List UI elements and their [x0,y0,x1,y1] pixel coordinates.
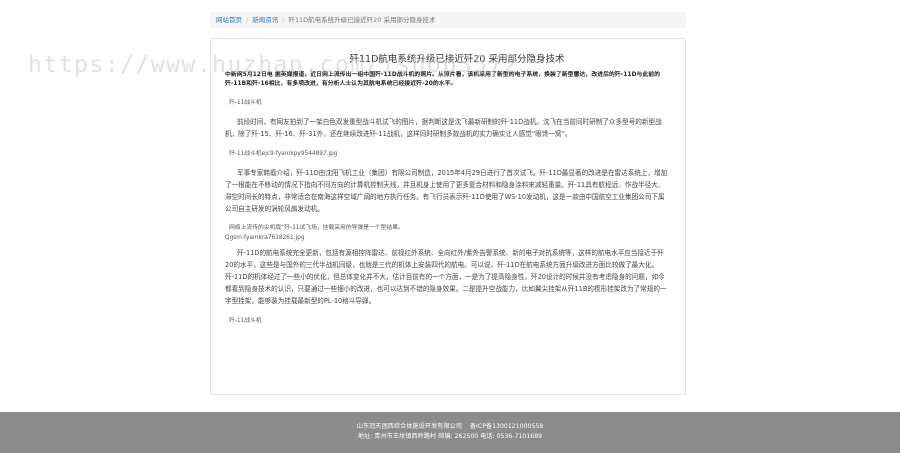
footer-icp: 备ICP备1300121000558 [469,423,544,430]
article-title: 歼11D航电系统升级已接近歼20 采用部分隐身技术 [349,54,565,65]
footer-company: 山东冠天团西综合体施设开发有限公司 [356,423,462,430]
image-caption: 歼-11战斗机 [229,318,262,324]
article-paragraph: 军事专家韩裔介绍，歼-11D由沈阳飞机工业（集团）有限公司制造，2015年4月2… [225,169,668,213]
article-intro: 中新网5月12日电 据英媒报道，近日网上流传出一组中国歼-11D战斗机的照片。从… [225,72,661,87]
image-caption: 歼-11战斗机ejc9-fyamkpy9544897.jpg [229,151,338,157]
caption-filename: Qgsm-fyamkra7618261.jpg [225,235,305,241]
breadcrumb-section-link[interactable]: 新闻资讯 [252,16,278,24]
article-panel: 歼11D航电系统升级已接近歼20 采用部分隐身技术 中新网5月12日电 据英媒报… [210,38,686,395]
breadcrumb-separator: / [246,16,249,24]
image-caption: 歼-11战斗机 [229,100,262,106]
breadcrumb-home-link[interactable]: 网站首页 [216,16,242,24]
breadcrumb-current: 歼11D航电系统升级已接近歼20 采用部分隐身技术 [288,16,436,24]
footer: 山东冠天团西综合体施设开发有限公司 备ICP备1300121000558 地址:… [0,412,900,453]
breadcrumb: 网站首页 / 新闻资讯 / 歼11D航电系统升级已接近歼20 采用部分隐身技术 [210,12,686,28]
caption-text: 网络上流传的尖机版“歼-11试飞场，挂载采用的导弹是一个型结果。 [229,225,404,231]
footer-address: 地址: 青州市王坟镇西岭路村 邮编: 262500 电话: 0536-71016… [357,433,543,440]
footer-line-1: 山东冠天团西综合体施设开发有限公司 备ICP备1300121000558 [0,422,900,432]
article-paragraph: 歼-11D的航电系统完全更新，包括有源相控阵雷达、前视红外系统、全向红外/紫外告… [225,249,667,305]
breadcrumb-separator: / [282,16,285,24]
article-paragraph: 前段时间，有网友拍到了一架白色双发重型战斗机试飞的图片，据判断这是沈飞最新研制的… [225,118,662,138]
image-caption: 网络上流传的尖机版“歼-11试飞场，挂载采用的导弹是一个型结果。 Qgsm-fy… [225,223,669,243]
